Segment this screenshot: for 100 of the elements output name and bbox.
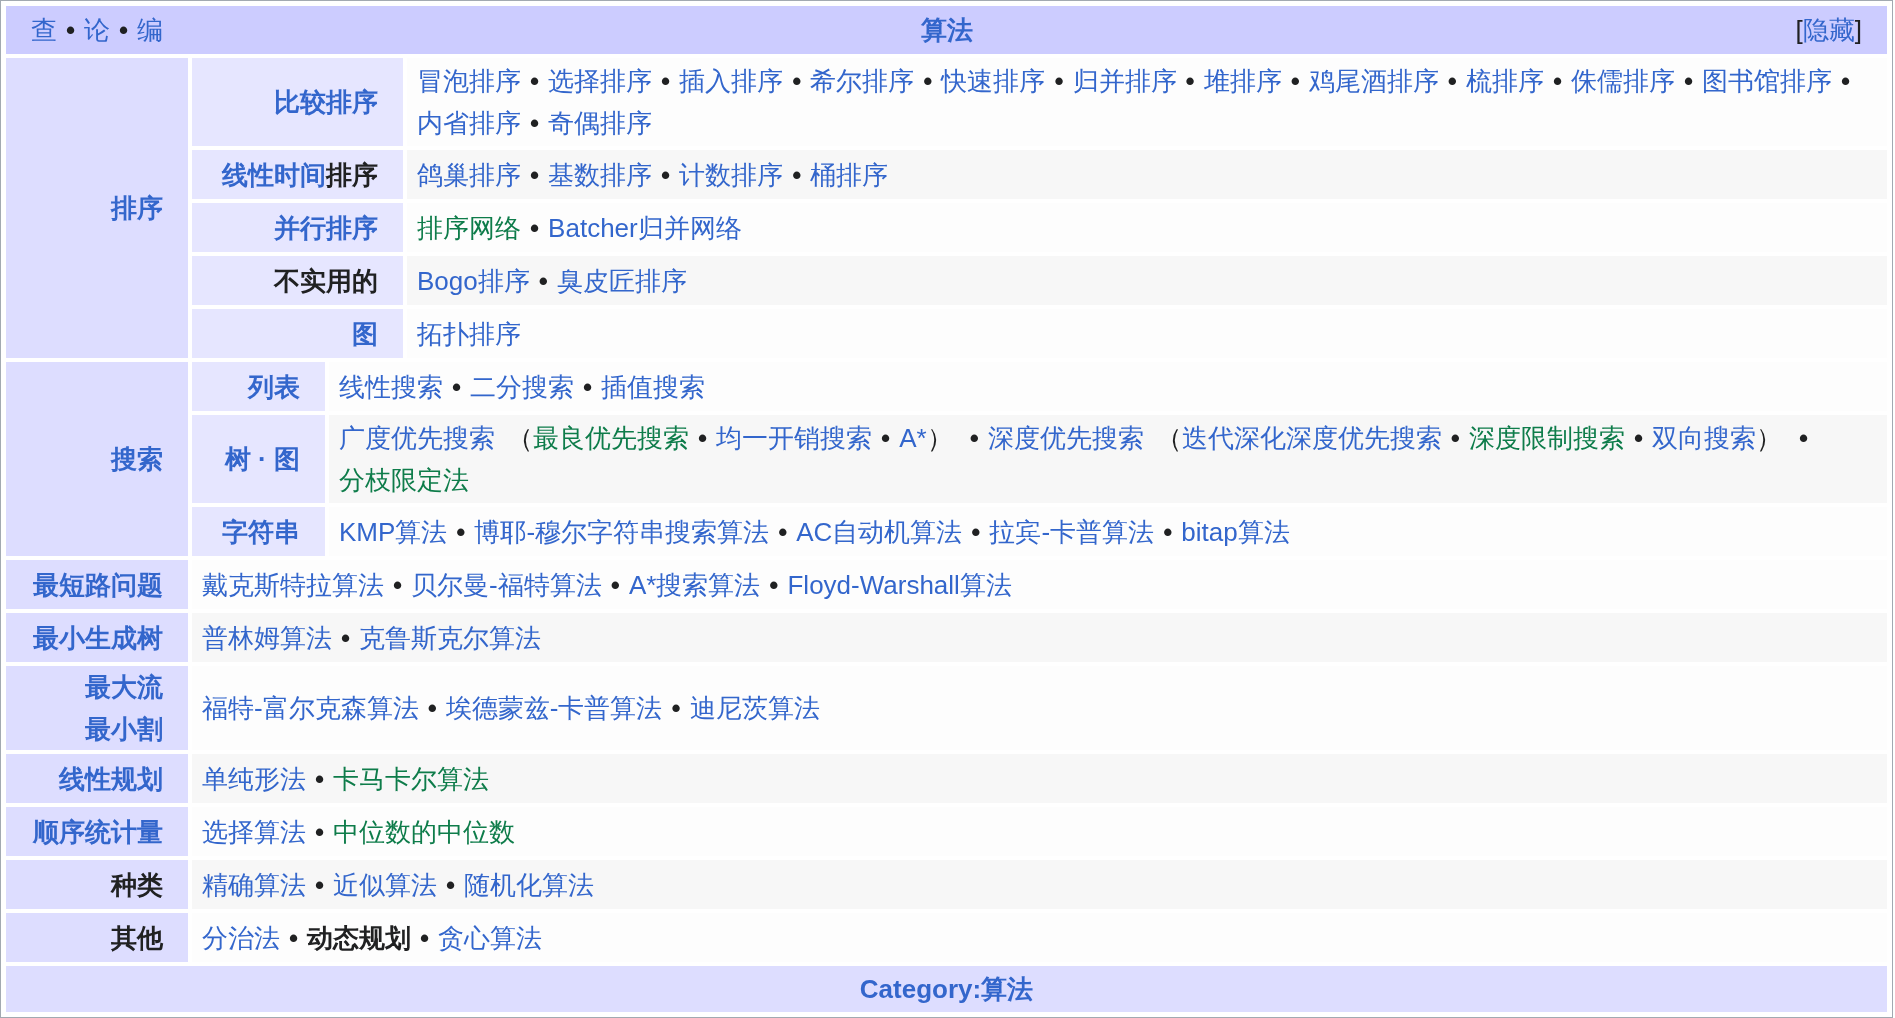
article-link[interactable]: 贝尔曼-福特算法 (411, 569, 602, 600)
separator: • (393, 569, 403, 600)
article-link[interactable]: 福特-富尔克森算法 (202, 693, 419, 723)
article-link[interactable]: 树 · 图 (224, 444, 300, 474)
article-link[interactable]: 均一开销搜索 (716, 423, 873, 453)
article-link[interactable]: 深度优先搜索 (987, 423, 1144, 453)
article-link[interactable]: 拉宾-卡普算法 (989, 516, 1155, 547)
article-link[interactable]: Batcher归并网络 (548, 212, 742, 243)
separator: • (971, 516, 981, 547)
label-text: ] (1854, 15, 1862, 45)
navbox-title: 算法 (920, 15, 973, 45)
parenthesis: ） (1756, 423, 1782, 453)
article-link[interactable]: 归并排序 (1072, 66, 1177, 96)
article-link[interactable]: 线性搜索 (339, 371, 443, 402)
article-link[interactable]: 比较排序 (274, 87, 378, 117)
article-link[interactable]: 迭代深化深度优先搜索 (1181, 423, 1442, 453)
interlanguage-link[interactable]: 分枝限定法 (339, 465, 469, 495)
article-link[interactable]: 最大流 (85, 672, 163, 702)
article-link[interactable]: 广度优先搜索 (339, 423, 495, 453)
separator: • (1633, 423, 1643, 453)
separator: • (446, 869, 456, 900)
article-link[interactable]: 最短路问题 (33, 569, 163, 600)
article-link[interactable]: A*搜索算法 (628, 569, 761, 600)
article-link[interactable]: Bogo排序 (417, 265, 530, 296)
article-link[interactable]: AC自动机算法 (796, 516, 963, 547)
article-link[interactable]: 编 (137, 15, 164, 45)
article-link[interactable]: 近似算法 (333, 869, 438, 900)
interlanguage-link[interactable]: 排序网络 (417, 212, 521, 243)
separator: • (661, 159, 671, 190)
article-link[interactable]: 内省排序 (417, 108, 521, 138)
article-link[interactable]: 快速排序 (941, 66, 1046, 96)
separator: • (671, 693, 681, 723)
article-link[interactable]: 字符串 (222, 516, 300, 547)
article-link[interactable]: 桶排序 (810, 159, 889, 190)
article-link[interactable]: 论 (84, 15, 111, 45)
article-link[interactable]: 随机化算法 (464, 869, 595, 900)
article-link[interactable]: 臭皮匠排序 (556, 265, 687, 296)
article-link[interactable]: 插值搜索 (601, 371, 706, 402)
separator: • (538, 265, 548, 296)
article-link[interactable]: 鸽巢排序 (417, 159, 521, 190)
article-link[interactable]: 侏儒排序 (1571, 66, 1675, 96)
article-link[interactable]: Floyd-Warshall算法 (787, 569, 1012, 600)
separator: • (119, 15, 129, 45)
article-link[interactable]: 排序 (111, 193, 163, 223)
article-link[interactable]: 博耶-穆尔字符串搜索算法 (474, 516, 770, 547)
article-link[interactable]: 线性时间 (222, 159, 326, 190)
article-link[interactable]: 奇偶排序 (548, 108, 653, 138)
interlanguage-link[interactable]: 卡马卡尔算法 (333, 763, 490, 794)
article-link[interactable]: 普林姆算法 (202, 622, 332, 653)
article-link[interactable]: 基数排序 (548, 159, 653, 190)
article-link[interactable]: 最小割 (85, 714, 163, 744)
article-link[interactable]: 迪尼茨算法 (689, 693, 820, 723)
article-link[interactable]: 鸡尾酒排序 (1308, 66, 1439, 96)
interlanguage-link[interactable]: 深度限制搜索 (1468, 423, 1625, 453)
article-link[interactable]: 冒泡排序 (417, 66, 521, 96)
article-link[interactable]: 堆排序 (1203, 66, 1282, 96)
article-link[interactable]: 二分搜索 (470, 371, 575, 402)
article-link[interactable]: 选择排序 (548, 66, 653, 96)
article-link[interactable]: 计数排序 (679, 159, 784, 190)
interlanguage-link[interactable]: 最良优先搜索 (533, 423, 689, 453)
label-text: 排序 (326, 159, 378, 190)
separator: • (341, 622, 351, 653)
article-link[interactable]: A* (899, 423, 927, 453)
article-link[interactable]: 单纯形法 (202, 763, 306, 794)
article-link[interactable]: 梳排序 (1465, 66, 1544, 96)
article-link[interactable]: 图书馆排序 (1702, 66, 1833, 96)
article-link[interactable]: 搜索 (111, 444, 163, 474)
separator: • (66, 15, 76, 45)
article-link[interactable]: 线性规划 (59, 763, 163, 794)
article-link[interactable]: 埃德蒙兹-卡普算法 (445, 693, 663, 723)
article-link[interactable]: 查 (31, 15, 57, 45)
article-link[interactable]: 精确算法 (202, 869, 306, 900)
article-link[interactable]: 列表 (248, 371, 300, 402)
separator: • (315, 869, 325, 900)
article-link[interactable]: 图 (352, 318, 378, 349)
article-link[interactable]: 克鲁斯克尔算法 (359, 622, 542, 653)
separator: • (792, 66, 802, 96)
article-link[interactable]: KMP算法 (339, 516, 448, 547)
article-link[interactable]: 拓扑排序 (417, 318, 521, 349)
article-link[interactable]: 希尔排序 (810, 66, 915, 96)
separator: • (1054, 66, 1064, 96)
article-link[interactable]: 选择算法 (202, 816, 306, 847)
article-link[interactable]: 最小生成树 (33, 622, 163, 653)
label-text: 不实用的 (274, 265, 378, 296)
category-link[interactable]: Category:算法 (859, 968, 1034, 1010)
article-link[interactable]: 双向搜索 (1652, 423, 1756, 453)
article-link[interactable]: bitap算法 (1181, 516, 1290, 547)
article-link[interactable]: 顺序统计量 (33, 816, 163, 847)
separator: • (792, 159, 802, 190)
article-link[interactable]: 贪心算法 (438, 922, 543, 953)
article-link[interactable]: 插入排序 (679, 66, 784, 96)
article-link[interactable]: 分治法 (202, 922, 280, 953)
separator: • (530, 66, 540, 96)
article-link[interactable]: 隐藏 (1802, 15, 1855, 45)
label-text: 其他 (111, 922, 163, 953)
interlanguage-link[interactable]: 中位数的中位数 (333, 816, 516, 847)
separator: • (583, 371, 593, 402)
article-link[interactable]: 并行排序 (274, 212, 378, 243)
article-link[interactable]: 戴克斯特拉算法 (202, 569, 384, 600)
separator: • (769, 569, 779, 600)
